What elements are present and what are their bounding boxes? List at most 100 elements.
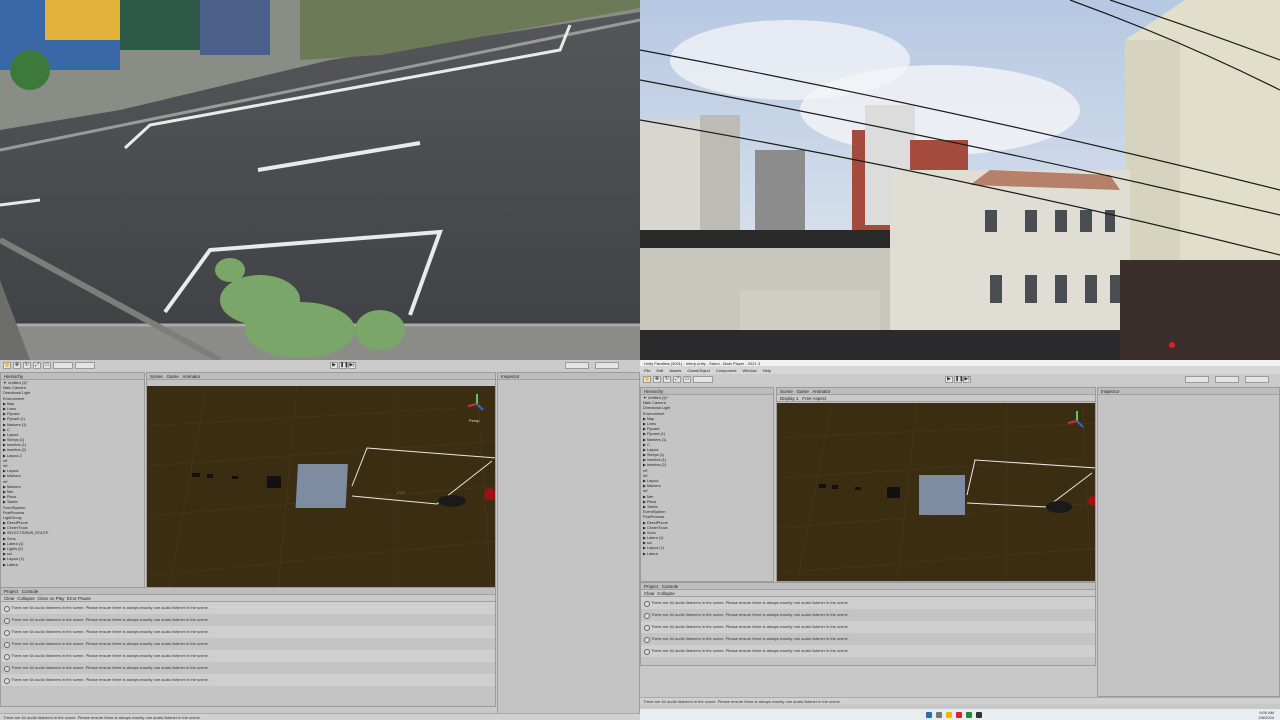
hierarchy-tab[interactable]: Hierarchy: [641, 388, 773, 395]
search-icon[interactable]: [936, 712, 942, 718]
tab-console[interactable]: Console: [662, 584, 679, 589]
menu-item-help[interactable]: Help: [763, 368, 771, 373]
scene-tabs: Scene Game Animator: [147, 373, 495, 380]
inspector-tab[interactable]: Inspector: [498, 373, 639, 380]
layers-dropdown[interactable]: [1185, 376, 1209, 383]
console-entry[interactable]: There are 64 audio listeners in the scen…: [1, 650, 495, 662]
hierarchy-panel: Hierarchy ▼ Untitled (1)* Main Camera Di…: [640, 387, 774, 582]
hand-tool-button[interactable]: ✋: [643, 376, 651, 383]
move-tool-button[interactable]: ✥: [13, 362, 21, 369]
console-entry[interactable]: There are 64 audio listeners in the scen…: [1, 602, 495, 614]
layout-dropdown[interactable]: [1215, 376, 1239, 383]
status-bar: There are 64 audio listeners in the scen…: [640, 697, 1280, 704]
tab-console[interactable]: Console: [22, 589, 39, 594]
console-entry[interactable]: There are 64 audio listeners in the scen…: [641, 645, 1095, 657]
console-log: There are 64 audio listeners in the scen…: [1, 602, 495, 686]
hierarchy-item[interactable]: ▶ Latera: [643, 552, 773, 557]
menu-item-file[interactable]: File: [644, 368, 650, 373]
tab-project[interactable]: Project: [644, 584, 658, 589]
rotate-tool-button[interactable]: ↻: [23, 362, 31, 369]
console-entry[interactable]: There are 64 audio listeners in the scen…: [1, 614, 495, 626]
rect-tool-button[interactable]: ▭: [683, 376, 691, 383]
menu-item-window[interactable]: Window: [743, 368, 757, 373]
play-controls: ▶ ❚❚ ▶|: [945, 376, 971, 383]
console-entry[interactable]: There are 64 audio listeners in the scen…: [641, 633, 1095, 645]
game-viewport[interactable]: [777, 403, 1095, 581]
console-log: There are 64 audio listeners in the scen…: [641, 597, 1095, 657]
hierarchy-list: ▼ Untitled (1)* Main Camera Directional …: [641, 395, 773, 557]
console-entry[interactable]: There are 64 audio listeners in the scen…: [641, 597, 1095, 609]
console-tabs: Project Console: [1, 588, 495, 595]
persp-label: Persp: [469, 418, 480, 423]
scale-tool-button[interactable]: ⤢: [33, 362, 41, 369]
game-render: [777, 403, 1095, 581]
error-pause-button[interactable]: Error Pause: [67, 596, 91, 601]
step-icon[interactable]: ▶|: [348, 362, 356, 369]
pivot-button[interactable]: [693, 376, 713, 383]
file-explorer-icon[interactable]: [946, 712, 952, 718]
console-entry[interactable]: There are 64 audio listeners in the scen…: [1, 674, 495, 686]
scale-tool-button[interactable]: ⤢: [673, 376, 681, 383]
collapse-button[interactable]: Collapse: [17, 596, 35, 601]
clear-button[interactable]: Clear: [4, 596, 15, 601]
menu-item-assets[interactable]: Assets: [669, 368, 681, 373]
tab-animator[interactable]: Animator: [812, 389, 830, 394]
hierarchy-list: ▼ Untitled (1)* Main Camera Directional …: [1, 380, 144, 568]
local-button[interactable]: [75, 362, 95, 369]
pause-icon[interactable]: ❚❚: [954, 376, 963, 383]
svg-text:⟋⟋⟋: ⟋⟋⟋: [397, 490, 406, 495]
unity-icon[interactable]: [976, 712, 982, 718]
unity-editor-left: ✋ ✥ ↻ ⤢ ▭ ▶ ❚❚ ▶| Hierarchy ▼ Untitled (…: [0, 360, 640, 720]
game-toolbar: Display 1 Free Aspect: [777, 395, 1095, 402]
menu-bar: File Edit Assets GameObject Component Window H…: [640, 366, 1280, 374]
menu-item-component[interactable]: Component: [716, 368, 737, 373]
inspector-tab[interactable]: Inspector: [1098, 388, 1279, 395]
pivot-button[interactable]: [53, 362, 73, 369]
app-icon[interactable]: [966, 712, 972, 718]
tab-project[interactable]: Project: [4, 589, 18, 594]
menu-item-edit[interactable]: Edit: [656, 368, 663, 373]
play-icon[interactable]: ▶: [945, 376, 953, 383]
tab-scene[interactable]: Scene: [150, 374, 163, 379]
clear-button[interactable]: Clear: [644, 591, 655, 596]
scene-viewport[interactable]: ⟋⟋⟋ Persp: [147, 386, 495, 597]
browser-icon[interactable]: [956, 712, 962, 718]
inspector-panel: Inspector: [497, 372, 640, 717]
console-entry[interactable]: There are 64 audio listeners in the scen…: [641, 609, 1095, 621]
play-controls: ▶ ❚❚ ▶|: [330, 362, 356, 369]
rotate-tool-button[interactable]: ↻: [663, 376, 671, 383]
street-image: [0, 0, 640, 360]
clear-on-play-button[interactable]: Clear on Play: [37, 596, 64, 601]
taskbar-clock[interactable]: 9:00 AM 2/6/2024: [1258, 710, 1274, 720]
layers-dropdown[interactable]: [565, 362, 589, 369]
hand-tool-button[interactable]: ✋: [3, 362, 11, 369]
clock-date: 2/6/2024: [1258, 715, 1274, 720]
console-entry[interactable]: There are 64 audio listeners in the scen…: [641, 621, 1095, 633]
collapse-button[interactable]: Collapse: [657, 591, 675, 596]
play-icon[interactable]: ▶: [330, 362, 338, 369]
pause-icon[interactable]: ❚❚: [339, 362, 348, 369]
hierarchy-tab[interactable]: Hierarchy: [1, 373, 144, 380]
console-toolbar: Clear Collapse Clear on Play Error Pause: [1, 595, 495, 602]
hierarchy-item[interactable]: ▶ Latera: [3, 563, 144, 568]
tab-animator[interactable]: Animator: [182, 374, 200, 379]
console-entry[interactable]: There are 64 audio listeners in the scen…: [1, 638, 495, 650]
layout-dropdown[interactable]: [595, 362, 619, 369]
console-panel: Project Console Clear Collapse There are…: [640, 582, 1096, 666]
menu-item-gameobject[interactable]: GameObject: [687, 368, 709, 373]
move-tool-button[interactable]: ✥: [653, 376, 661, 383]
aspect-dropdown[interactable]: Free Aspect: [802, 396, 826, 401]
scene-panel: Scene Game Animator ⟋⟋⟋ Persp: [146, 372, 496, 598]
account-dropdown[interactable]: [1245, 376, 1269, 383]
display-dropdown[interactable]: Display 1: [780, 396, 799, 401]
camera-feed-skyline: [640, 0, 1280, 360]
console-entry[interactable]: There are 64 audio listeners in the scen…: [1, 662, 495, 674]
start-icon[interactable]: [926, 712, 932, 718]
rect-tool-button[interactable]: ▭: [43, 362, 51, 369]
tab-scene[interactable]: Scene: [780, 389, 793, 394]
console-entry[interactable]: There are 64 audio listeners in the scen…: [1, 626, 495, 638]
step-icon[interactable]: ▶|: [963, 376, 971, 383]
scene-tabs: Scene Game Animator: [777, 388, 1095, 395]
tab-game[interactable]: Game: [167, 374, 179, 379]
tab-game[interactable]: Game: [797, 389, 809, 394]
